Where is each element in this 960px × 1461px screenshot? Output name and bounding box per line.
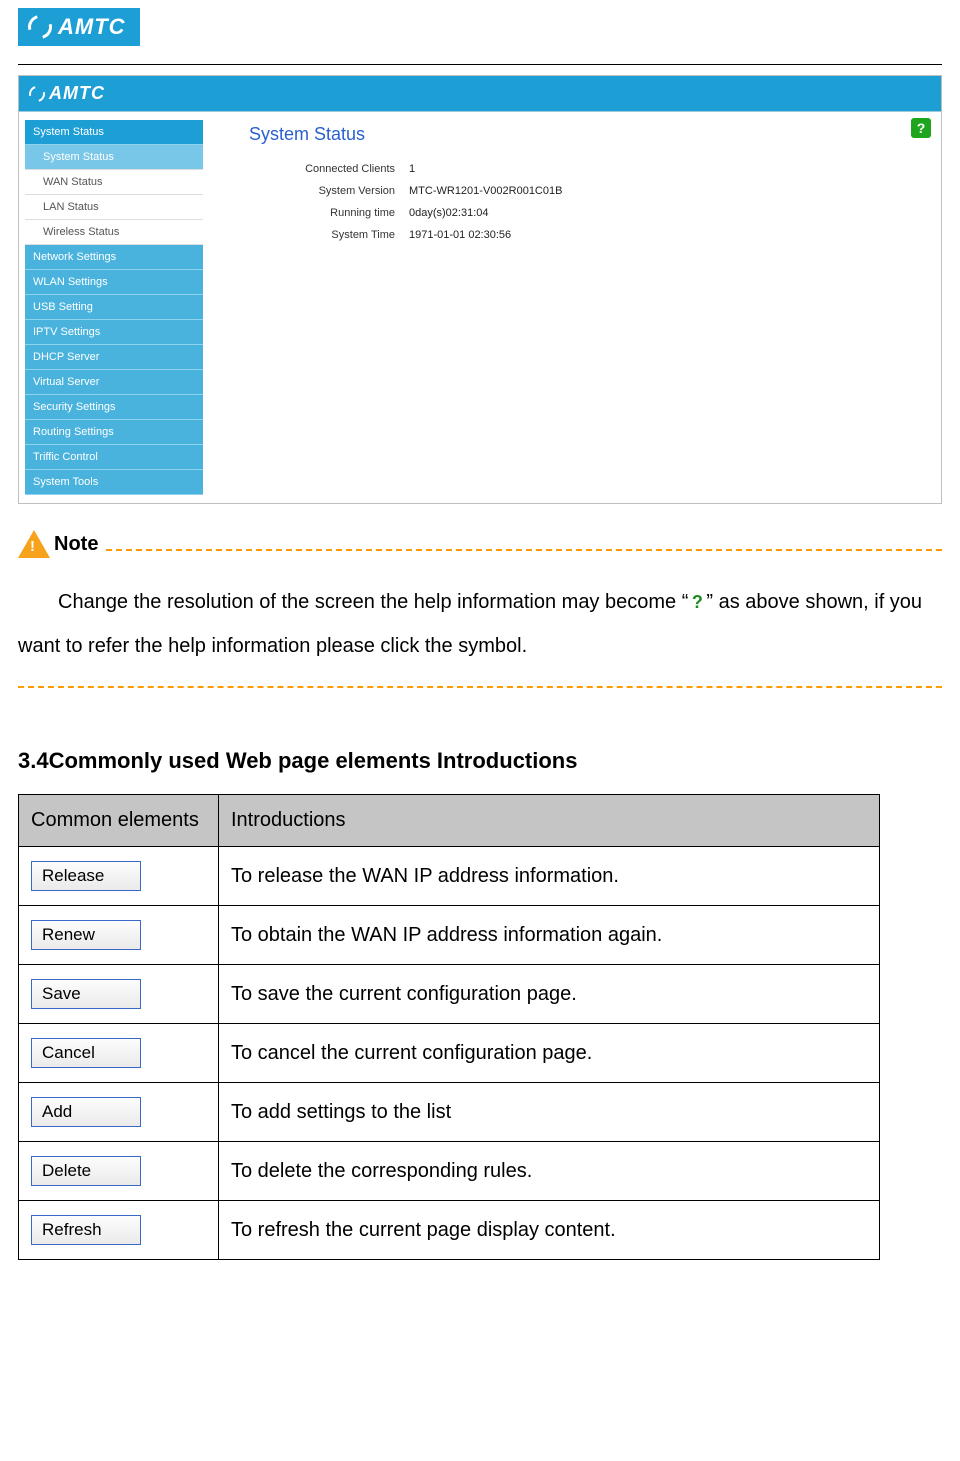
admin-brand-logo: AMTC	[29, 83, 105, 104]
status-key: System Time	[249, 229, 409, 241]
note-text-pre: Change the resolution of the screen the …	[58, 591, 688, 613]
sidebar-group-label: WLAN Settings	[33, 276, 108, 288]
table-desc: To save the current configuration page.	[219, 965, 880, 1024]
sidebar-group-system-tools[interactable]: System Tools	[25, 470, 203, 495]
table-desc: To delete the corresponding rules.	[219, 1142, 880, 1201]
sidebar-group-label: System Tools	[33, 476, 98, 488]
sidebar-group-network-settings[interactable]: Network Settings	[25, 245, 203, 270]
refresh-button[interactable]: Refresh	[31, 1215, 141, 1245]
sidebar-item-system-status[interactable]: System Status	[25, 145, 203, 170]
logo-swoosh-icon	[24, 11, 57, 44]
sidebar-group-system-status[interactable]: System Status	[25, 120, 203, 145]
table-desc: To refresh the current page display cont…	[219, 1201, 880, 1260]
note-dashed-line	[106, 549, 942, 551]
table-header-elements: Common elements	[19, 795, 219, 847]
status-row: Running time0day(s)02:31:04	[249, 207, 923, 219]
sidebar-group-label: USB Setting	[33, 301, 93, 313]
admin-screenshot: AMTC System Status System Status WAN Sta…	[18, 75, 942, 504]
admin-topbar: AMTC	[19, 76, 941, 112]
note-label: Note	[54, 533, 98, 556]
brand-logo: AMTC	[18, 8, 140, 46]
table-header-row: Common elements Introductions	[19, 795, 880, 847]
section-heading: 3.4Commonly used Web page elements Intro…	[18, 748, 942, 774]
brand-text: AMTC	[58, 14, 126, 40]
table-row: Refresh To refresh the current page disp…	[19, 1201, 880, 1260]
help-icon[interactable]: ?	[911, 118, 931, 138]
admin-body: System Status System Status WAN Status L…	[19, 112, 941, 503]
sidebar-item-label: System Status	[43, 151, 114, 163]
sidebar-group-usb-setting[interactable]: USB Setting	[25, 295, 203, 320]
table-row: Save To save the current configuration p…	[19, 965, 880, 1024]
status-value: MTC-WR1201-V002R001C01B	[409, 185, 562, 197]
release-button[interactable]: Release	[31, 861, 141, 891]
admin-content: ? System Status Connected Clients1 Syste…	[209, 112, 941, 503]
sidebar-group-security-settings[interactable]: Security Settings	[25, 395, 203, 420]
status-key: Running time	[249, 207, 409, 219]
sidebar-item-lan-status[interactable]: LAN Status	[25, 195, 203, 220]
add-button[interactable]: Add	[31, 1097, 141, 1127]
table-desc: To add settings to the list	[219, 1083, 880, 1142]
status-row: System Time1971-01-01 02:30:56	[249, 229, 923, 241]
status-value: 0day(s)02:31:04	[409, 207, 489, 219]
document-page: AMTC AMTC System Status System Status WA…	[0, 0, 960, 1260]
question-mark-icon: ?	[688, 594, 706, 612]
admin-logo-swoosh-icon	[26, 83, 48, 105]
sidebar-group-label: IPTV Settings	[33, 326, 100, 338]
sidebar-group-label: Triffic Control	[33, 451, 98, 463]
status-value: 1971-01-01 02:30:56	[409, 229, 511, 241]
page-header-logo-bar: AMTC	[0, 0, 960, 46]
sidebar-item-wireless-status[interactable]: Wireless Status	[25, 220, 203, 245]
sidebar-item-label: Wireless Status	[43, 226, 119, 238]
delete-button[interactable]: Delete	[31, 1156, 141, 1186]
table-desc: To obtain the WAN IP address information…	[219, 906, 880, 965]
table-row: Delete To delete the corresponding rules…	[19, 1142, 880, 1201]
sidebar-group-label: Virtual Server	[33, 376, 99, 388]
admin-sidebar: System Status System Status WAN Status L…	[19, 112, 209, 503]
sidebar-group-label: Routing Settings	[33, 426, 114, 438]
note-body: Change the resolution of the screen the …	[18, 580, 942, 668]
warning-icon	[18, 530, 50, 558]
sidebar-item-label: LAN Status	[43, 201, 99, 213]
sidebar-group-dhcp-server[interactable]: DHCP Server	[25, 345, 203, 370]
sidebar-group-label: System Status	[33, 126, 104, 138]
sidebar-group-wlan-settings[interactable]: WLAN Settings	[25, 270, 203, 295]
table-header-intro: Introductions	[219, 795, 880, 847]
status-key: System Version	[249, 185, 409, 197]
table-desc: To release the WAN IP address informatio…	[219, 847, 880, 906]
sidebar-group-label: DHCP Server	[33, 351, 99, 363]
admin-brand-text: AMTC	[49, 83, 105, 104]
status-key: Connected Clients	[249, 163, 409, 175]
help-icon-glyph: ?	[917, 120, 926, 136]
sidebar-group-iptv-settings[interactable]: IPTV Settings	[25, 320, 203, 345]
sidebar-group-traffic-control[interactable]: Triffic Control	[25, 445, 203, 470]
note-header: Note	[18, 530, 942, 558]
table-row: Renew To obtain the WAN IP address infor…	[19, 906, 880, 965]
renew-button[interactable]: Renew	[31, 920, 141, 950]
content-title: System Status	[249, 124, 923, 145]
elements-table: Common elements Introductions Release To…	[18, 794, 880, 1260]
save-button[interactable]: Save	[31, 979, 141, 1009]
note-end-divider	[18, 686, 942, 688]
table-row: Cancel To cancel the current configurati…	[19, 1024, 880, 1083]
sidebar-item-label: WAN Status	[43, 176, 103, 188]
sidebar-group-virtual-server[interactable]: Virtual Server	[25, 370, 203, 395]
sidebar-group-label: Security Settings	[33, 401, 116, 413]
sidebar-item-wan-status[interactable]: WAN Status	[25, 170, 203, 195]
sidebar-group-routing-settings[interactable]: Routing Settings	[25, 420, 203, 445]
cancel-button[interactable]: Cancel	[31, 1038, 141, 1068]
sidebar-group-label: Network Settings	[33, 251, 116, 263]
status-row: System VersionMTC-WR1201-V002R001C01B	[249, 185, 923, 197]
table-desc: To cancel the current configuration page…	[219, 1024, 880, 1083]
header-divider	[18, 64, 942, 65]
status-row: Connected Clients1	[249, 163, 923, 175]
table-row: Release To release the WAN IP address in…	[19, 847, 880, 906]
table-row: Add To add settings to the list	[19, 1083, 880, 1142]
status-value: 1	[409, 163, 415, 175]
